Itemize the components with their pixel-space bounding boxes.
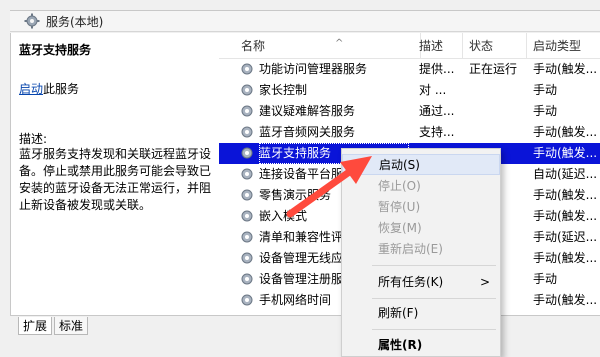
column-header: 名称 ^ 描述 状态 启动类型 bbox=[219, 33, 600, 59]
start-action: 启动此服务 bbox=[19, 80, 79, 97]
menu-item-restart[interactable]: 重新启动(E) bbox=[342, 239, 500, 260]
table-row[interactable]: 蓝牙音频网关服务 支持... 手动(触发... bbox=[219, 122, 600, 143]
all-tasks-label: 所有任务(K) bbox=[378, 275, 444, 289]
service-gear-icon bbox=[241, 210, 253, 222]
description-panel: 蓝牙支持服务 启动此服务 描述: 蓝牙服务支持发现和关联远程蓝牙设备。停止或禁用… bbox=[11, 33, 219, 315]
window-title: 服务(本地) bbox=[46, 14, 104, 29]
service-gear-icon bbox=[241, 189, 253, 201]
service-description: 对 ... bbox=[419, 83, 447, 97]
service-startup-type: 手动(触发... bbox=[533, 209, 598, 223]
service-startup-type: 手动(延迟... bbox=[533, 230, 598, 244]
menu-item-refresh[interactable]: 刷新(F) bbox=[342, 303, 500, 324]
table-row[interactable]: 家长控制 对 ... 手动 bbox=[219, 80, 600, 101]
menu-separator bbox=[372, 265, 496, 266]
service-startup-type: 手动 bbox=[533, 83, 558, 97]
service-startup-type: 手动(触发... bbox=[533, 293, 598, 307]
service-description: 支持... bbox=[419, 125, 455, 139]
service-description: 通过... bbox=[419, 104, 455, 118]
service-startup-type: 手动(触发... bbox=[533, 251, 598, 265]
column-name-header[interactable]: 名称 ^ bbox=[235, 33, 421, 59]
service-gear-icon bbox=[241, 294, 253, 306]
start-service-link[interactable]: 启动 bbox=[19, 82, 43, 96]
menu-item-resume[interactable]: 恢复(M) bbox=[342, 218, 500, 239]
column-description-header[interactable]: 描述 bbox=[413, 33, 463, 59]
context-menu: 启动(S) 停止(O) 暂停(U) 恢复(M) 重新启动(E) 所有任务(K) … bbox=[341, 148, 501, 357]
menu-item-properties[interactable]: 属性(R) bbox=[342, 335, 500, 356]
service-gear-icon bbox=[241, 273, 253, 285]
sort-ascending-icon: ^ bbox=[335, 38, 344, 49]
service-title: 蓝牙支持服务 bbox=[19, 43, 92, 57]
service-gear-icon bbox=[241, 126, 253, 138]
service-name: 功能访问管理器服务 bbox=[259, 62, 368, 76]
service-startup-type: 自动(延迟... bbox=[533, 167, 598, 181]
view-tabs: 扩展 标准 bbox=[10, 315, 600, 335]
service-name: 家长控制 bbox=[259, 83, 308, 97]
tab-standard[interactable]: 标准 bbox=[54, 317, 89, 335]
menu-item-pause[interactable]: 暂停(U) bbox=[342, 197, 500, 218]
services-content: 蓝牙支持服务 启动此服务 描述: 蓝牙服务支持发现和关联远程蓝牙设备。停止或禁用… bbox=[10, 33, 600, 315]
service-startup-type: 手动(触发... bbox=[533, 125, 598, 139]
description-text: 蓝牙服务支持发现和关联远程蓝牙设备。停止或禁用此服务可能会导致已安装的蓝牙设备无… bbox=[19, 147, 212, 212]
gear-icon bbox=[24, 13, 40, 29]
table-row[interactable]: 建议疑难解答服务 通过... 手动 bbox=[219, 101, 600, 122]
service-description: 提供... bbox=[419, 62, 455, 76]
chevron-right-icon: > bbox=[479, 275, 490, 289]
service-startup-type: 手动(触发... bbox=[533, 62, 598, 76]
column-startup-header[interactable]: 启动类型 bbox=[527, 33, 600, 59]
column-status-header[interactable]: 状态 bbox=[463, 33, 527, 59]
service-gear-icon bbox=[241, 168, 253, 180]
service-gear-icon bbox=[241, 84, 253, 96]
service-name: 蓝牙音频网关服务 bbox=[259, 125, 356, 139]
service-gear-icon bbox=[241, 252, 253, 264]
service-status: 正在运行 bbox=[469, 62, 518, 76]
service-startup-type: 手动(触发... bbox=[533, 188, 598, 202]
menu-item-all-tasks[interactable]: 所有任务(K) > bbox=[342, 272, 500, 293]
window-title-bar: 服务(本地) bbox=[10, 10, 600, 32]
description-label: 描述: bbox=[19, 132, 48, 146]
menu-separator bbox=[372, 298, 496, 299]
table-row[interactable]: 功能访问管理器服务 提供... 正在运行 手动(触发... bbox=[219, 59, 600, 80]
tab-extended[interactable]: 扩展 bbox=[18, 317, 53, 335]
menu-item-stop[interactable]: 停止(O) bbox=[342, 176, 500, 197]
service-startup-type: 手动 bbox=[533, 104, 558, 118]
service-gear-icon bbox=[241, 231, 253, 243]
menu-item-start[interactable]: 启动(S) bbox=[342, 154, 500, 175]
service-name: 建议疑难解答服务 bbox=[259, 104, 356, 118]
start-suffix: 此服务 bbox=[43, 82, 80, 96]
service-gear-icon bbox=[241, 147, 253, 159]
service-startup-type: 手动(触发... bbox=[533, 146, 598, 160]
service-gear-icon bbox=[241, 63, 253, 75]
service-startup-type: 手动 bbox=[533, 272, 558, 286]
menu-separator bbox=[372, 329, 496, 330]
column-name-label: 名称 bbox=[241, 39, 266, 53]
service-gear-icon bbox=[241, 105, 253, 117]
